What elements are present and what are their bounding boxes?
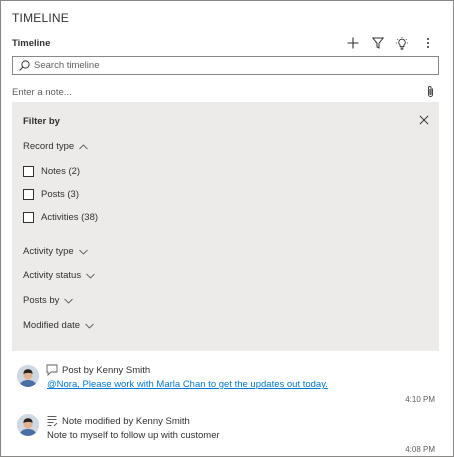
close-icon xyxy=(419,115,429,125)
chevron-down-icon xyxy=(85,323,94,329)
filter-option-posts[interactable]: Posts (3) xyxy=(23,189,79,200)
post-icon xyxy=(46,364,58,376)
search-input[interactable] xyxy=(34,60,414,71)
chevron-up-icon xyxy=(79,143,89,150)
modified-date-label: Modified date xyxy=(23,320,81,331)
more-icon xyxy=(427,38,429,48)
add-icon xyxy=(347,37,359,49)
notes-checkbox[interactable] xyxy=(23,166,34,177)
lightbulb-icon xyxy=(396,36,408,50)
filter-icon xyxy=(372,37,384,49)
search-icon xyxy=(19,60,30,71)
entry-title: Post by Kenny Smith xyxy=(62,364,151,376)
activities-option-label: Activities (38) xyxy=(41,212,99,223)
entry-title: Note modified by Kenny Smith xyxy=(62,415,190,427)
paperclip-icon xyxy=(427,85,433,97)
notes-option-label: Notes (2) xyxy=(41,166,81,177)
search-box[interactable] xyxy=(12,56,439,75)
timeline-entry-post[interactable]: Post by Kenny Smith @Nora, Please work w… xyxy=(12,361,439,405)
timeline-entry-note[interactable]: Note modified by Kenny Smith Note to mys… xyxy=(12,412,439,456)
add-button[interactable] xyxy=(344,34,362,52)
posts-by-label: Posts by xyxy=(23,295,60,306)
posts-option-label: Posts (3) xyxy=(41,189,80,200)
attach-button[interactable] xyxy=(424,84,436,98)
posts-by-toggle[interactable]: Posts by xyxy=(23,295,74,306)
activity-status-toggle[interactable]: Activity status xyxy=(23,270,95,281)
insights-button[interactable] xyxy=(393,34,411,52)
activities-checkbox[interactable] xyxy=(23,212,34,223)
timeline-panel: TIMELINE Timeline Search timeline Enter … xyxy=(0,0,454,457)
record-type-label: Record type xyxy=(23,141,75,152)
note-input[interactable] xyxy=(12,85,412,99)
entry-timestamp: 4:08 PM xyxy=(405,445,435,454)
activity-type-toggle[interactable]: Activity type xyxy=(23,246,88,257)
entry-header: Post by Kenny Smith xyxy=(46,364,150,376)
record-type-toggle[interactable]: Record type xyxy=(23,141,89,152)
filter-button[interactable] xyxy=(369,34,387,52)
avatar xyxy=(17,414,39,436)
activity-status-label: Activity status xyxy=(23,270,82,281)
timeline-header: Timeline xyxy=(12,38,51,49)
chevron-down-icon xyxy=(64,298,74,304)
filter-title: Filter by xyxy=(23,116,60,127)
note-icon xyxy=(46,415,58,427)
filter-option-notes[interactable]: Notes (2) xyxy=(23,166,80,177)
modified-date-toggle[interactable]: Modified date xyxy=(23,320,94,331)
filter-panel: Filter by Record type Notes (2) Posts (3… xyxy=(12,102,439,351)
activity-type-label: Activity type xyxy=(23,246,74,257)
more-options-button[interactable] xyxy=(419,34,437,52)
chevron-down-icon xyxy=(78,249,88,255)
close-filter-button[interactable] xyxy=(418,114,430,126)
filter-option-activities[interactable]: Activities (38) xyxy=(23,212,98,223)
entry-post-text-link[interactable]: @Nora, Please work with Marla Chan to ge… xyxy=(47,379,328,390)
avatar xyxy=(17,365,39,387)
posts-checkbox[interactable] xyxy=(23,189,34,200)
entry-timestamp: 4:10 PM xyxy=(405,395,435,404)
entry-note-text: Note to myself to follow up with custome… xyxy=(47,430,220,441)
chevron-down-icon xyxy=(86,273,95,279)
entry-header: Note modified by Kenny Smith xyxy=(46,415,190,427)
panel-title: TIMELINE xyxy=(12,11,69,25)
